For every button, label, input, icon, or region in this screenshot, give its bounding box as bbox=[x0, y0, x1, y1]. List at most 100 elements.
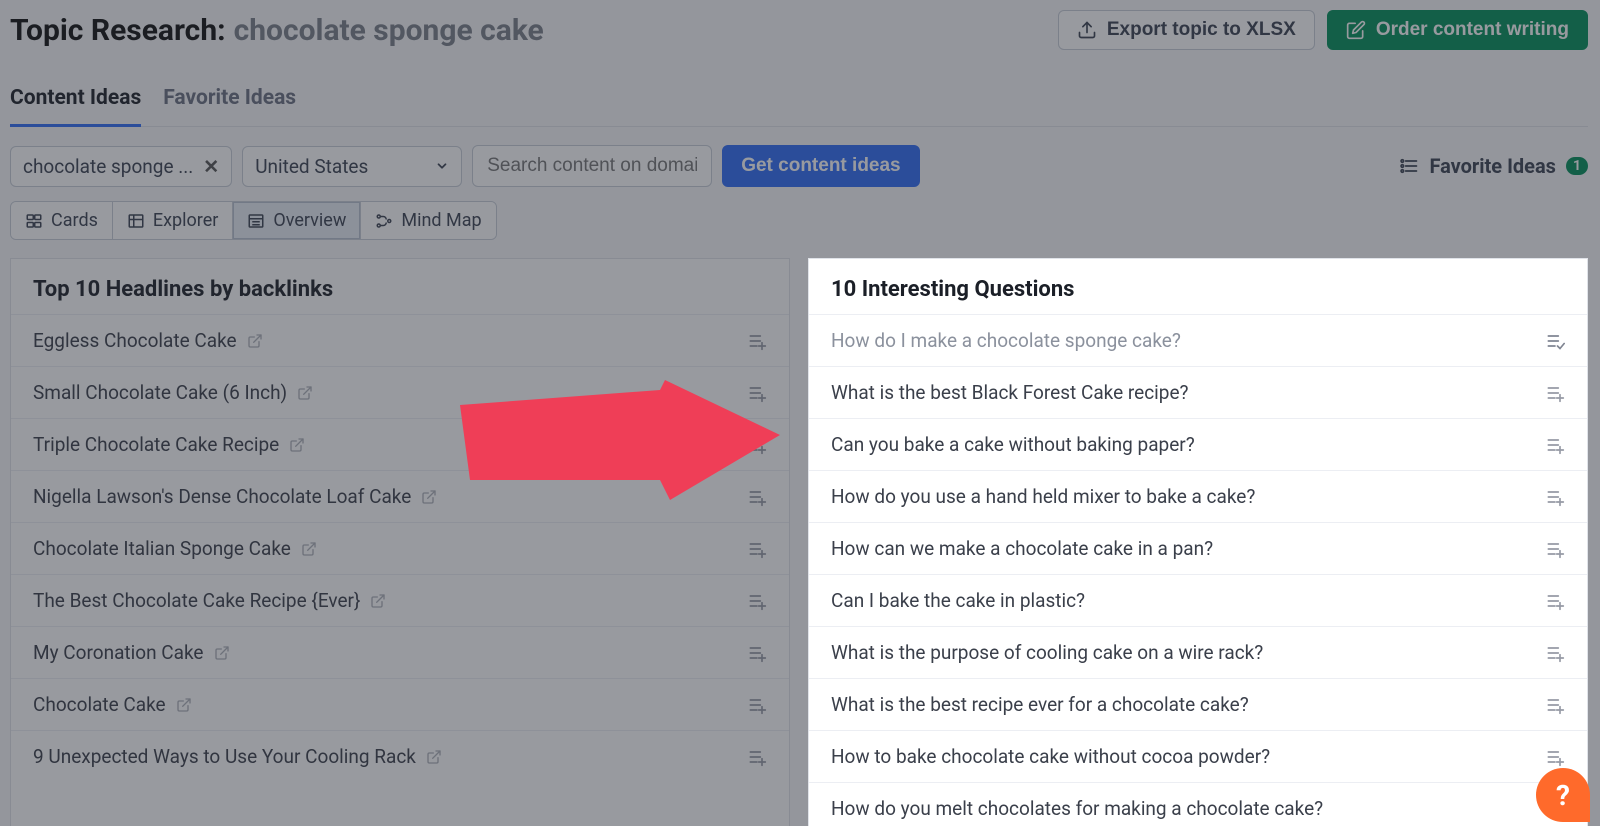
headline-row[interactable]: Nigella Lawson's Dense Chocolate Loaf Ca… bbox=[11, 470, 789, 522]
external-link-icon[interactable] bbox=[289, 437, 305, 453]
headlines-list: Eggless Chocolate Cake Small Chocolate Ca… bbox=[11, 314, 789, 782]
headline-text: The Best Chocolate Cake Recipe {Ever} bbox=[33, 589, 360, 612]
question-text: How do you melt chocolates for making a … bbox=[831, 797, 1323, 820]
question-row[interactable]: What is the purpose of cooling cake on a… bbox=[809, 626, 1587, 678]
question-row[interactable]: How can we make a chocolate cake in a pa… bbox=[809, 522, 1587, 574]
external-link-icon[interactable] bbox=[247, 333, 263, 349]
add-favorite-icon[interactable] bbox=[1545, 747, 1565, 767]
add-favorite-icon[interactable] bbox=[1545, 695, 1565, 715]
close-icon[interactable]: ✕ bbox=[203, 155, 219, 178]
add-favorite-icon[interactable] bbox=[1545, 383, 1565, 403]
title-label: Topic Research: bbox=[10, 13, 226, 48]
overview-icon bbox=[247, 212, 265, 230]
view-overview-label: Overview bbox=[273, 210, 346, 231]
headline-text: Chocolate Cake bbox=[33, 693, 166, 716]
country-label: United States bbox=[255, 155, 368, 178]
headline-text: Triple Chocolate Cake Recipe bbox=[33, 433, 279, 456]
question-text: Can I bake the cake in plastic? bbox=[831, 589, 1085, 612]
headline-row[interactable]: 9 Unexpected Ways to Use Your Cooling Ra… bbox=[11, 730, 789, 782]
tab-content-ideas[interactable]: Content Ideas bbox=[10, 80, 141, 127]
add-favorite-icon[interactable] bbox=[1545, 435, 1565, 455]
questions-panel: 10 Interesting Questions How do I make a… bbox=[808, 258, 1588, 826]
external-link-icon[interactable] bbox=[370, 593, 386, 609]
favorite-ideas-link[interactable]: Favorite Ideas 1 bbox=[1399, 154, 1588, 178]
external-link-icon[interactable] bbox=[301, 541, 317, 557]
add-favorite-icon[interactable] bbox=[747, 643, 767, 663]
external-link-icon[interactable] bbox=[176, 697, 192, 713]
question-row[interactable]: How to bake chocolate cake without cocoa… bbox=[809, 730, 1587, 782]
question-text: How can we make a chocolate cake in a pa… bbox=[831, 537, 1213, 560]
view-overview-button[interactable]: Overview bbox=[233, 202, 361, 239]
order-content-button[interactable]: Order content writing bbox=[1327, 10, 1588, 50]
country-select[interactable]: United States bbox=[242, 146, 462, 187]
external-link-icon[interactable] bbox=[421, 489, 437, 505]
tab-favorite-ideas[interactable]: Favorite Ideas bbox=[163, 80, 296, 127]
headline-text: Chocolate Italian Sponge Cake bbox=[33, 537, 291, 560]
view-mindmap-label: Mind Map bbox=[401, 210, 481, 231]
filter-row: chocolate sponge ... ✕ United States Get… bbox=[10, 145, 1588, 187]
external-link-icon[interactable] bbox=[214, 645, 230, 661]
headline-text: Eggless Chocolate Cake bbox=[33, 329, 237, 352]
headline-text: My Coronation Cake bbox=[33, 641, 204, 664]
view-explorer-button[interactable]: Explorer bbox=[113, 202, 234, 239]
question-row[interactable]: What is the best Black Forest Cake recip… bbox=[809, 366, 1587, 418]
headline-row[interactable]: The Best Chocolate Cake Recipe {Ever} bbox=[11, 574, 789, 626]
question-text: What is the best recipe ever for a choco… bbox=[831, 693, 1249, 716]
headline-row[interactable]: Eggless Chocolate Cake bbox=[11, 314, 789, 366]
add-favorite-icon[interactable] bbox=[1545, 643, 1565, 663]
external-link-icon[interactable] bbox=[426, 749, 442, 765]
headline-row[interactable]: Chocolate Italian Sponge Cake bbox=[11, 522, 789, 574]
questions-list: How do I make a chocolate sponge cake? Wh… bbox=[809, 314, 1587, 826]
question-row[interactable]: How do I make a chocolate sponge cake? bbox=[809, 314, 1587, 366]
question-row[interactable]: How do you use a hand held mixer to bake… bbox=[809, 470, 1587, 522]
add-favorite-icon[interactable] bbox=[1545, 539, 1565, 559]
view-cards-button[interactable]: Cards bbox=[11, 202, 113, 239]
add-favorite-icon[interactable] bbox=[747, 695, 767, 715]
add-favorite-icon[interactable] bbox=[1545, 331, 1565, 351]
export-xlsx-button[interactable]: Export topic to XLSX bbox=[1058, 10, 1315, 50]
help-icon-label: ? bbox=[1556, 779, 1570, 812]
headlines-panel: Top 10 Headlines by backlinks Eggless Ch… bbox=[10, 258, 790, 826]
page-header: Topic Research: chocolate sponge cake Ex… bbox=[10, 10, 1588, 50]
add-favorite-icon[interactable] bbox=[747, 331, 767, 351]
upload-icon bbox=[1077, 20, 1097, 40]
headline-row[interactable]: Chocolate Cake bbox=[11, 678, 789, 730]
view-switcher: Cards Explorer Overview Mind Map bbox=[10, 201, 497, 240]
add-favorite-icon[interactable] bbox=[747, 591, 767, 611]
question-text: What is the purpose of cooling cake on a… bbox=[831, 641, 1263, 664]
help-button[interactable]: ? bbox=[1536, 768, 1590, 822]
headline-row[interactable]: Small Chocolate Cake (6 Inch) bbox=[11, 366, 789, 418]
headline-row[interactable]: Triple Chocolate Cake Recipe bbox=[11, 418, 789, 470]
keyword-chip-label: chocolate sponge ... bbox=[23, 155, 193, 178]
get-content-ideas-button[interactable]: Get content ideas bbox=[722, 145, 919, 187]
question-row[interactable]: What is the best recipe ever for a choco… bbox=[809, 678, 1587, 730]
add-favorite-icon[interactable] bbox=[747, 487, 767, 507]
headline-text: Nigella Lawson's Dense Chocolate Loaf Ca… bbox=[33, 485, 411, 508]
order-content-label: Order content writing bbox=[1376, 19, 1569, 41]
external-link-icon[interactable] bbox=[297, 385, 313, 401]
add-favorite-icon[interactable] bbox=[747, 747, 767, 767]
overview-panels: Top 10 Headlines by backlinks Eggless Ch… bbox=[10, 258, 1588, 826]
question-text: How to bake chocolate cake without cocoa… bbox=[831, 745, 1270, 768]
add-favorite-icon[interactable] bbox=[1545, 591, 1565, 611]
keyword-chip[interactable]: chocolate sponge ... ✕ bbox=[10, 146, 232, 187]
add-favorite-icon[interactable] bbox=[747, 539, 767, 559]
view-mindmap-button[interactable]: Mind Map bbox=[361, 202, 495, 239]
headlines-panel-title: Top 10 Headlines by backlinks bbox=[11, 259, 789, 314]
add-favorite-icon[interactable] bbox=[1545, 487, 1565, 507]
question-row[interactable]: Can you bake a cake without baking paper… bbox=[809, 418, 1587, 470]
add-favorite-icon[interactable] bbox=[747, 435, 767, 455]
questions-panel-title: 10 Interesting Questions bbox=[809, 259, 1587, 314]
export-xlsx-label: Export topic to XLSX bbox=[1107, 19, 1296, 41]
view-cards-label: Cards bbox=[51, 210, 98, 231]
headline-row[interactable]: My Coronation Cake bbox=[11, 626, 789, 678]
list-icon bbox=[1399, 156, 1419, 176]
favorite-ideas-label: Favorite Ideas bbox=[1429, 154, 1556, 178]
question-text: What is the best Black Forest Cake recip… bbox=[831, 381, 1189, 404]
question-row[interactable]: Can I bake the cake in plastic? bbox=[809, 574, 1587, 626]
add-favorite-icon[interactable] bbox=[747, 383, 767, 403]
page-title: Topic Research: chocolate sponge cake bbox=[10, 13, 544, 48]
question-row[interactable]: How do you melt chocolates for making a … bbox=[809, 782, 1587, 826]
search-domain-input[interactable] bbox=[472, 145, 712, 187]
question-text: Can you bake a cake without baking paper… bbox=[831, 433, 1195, 456]
